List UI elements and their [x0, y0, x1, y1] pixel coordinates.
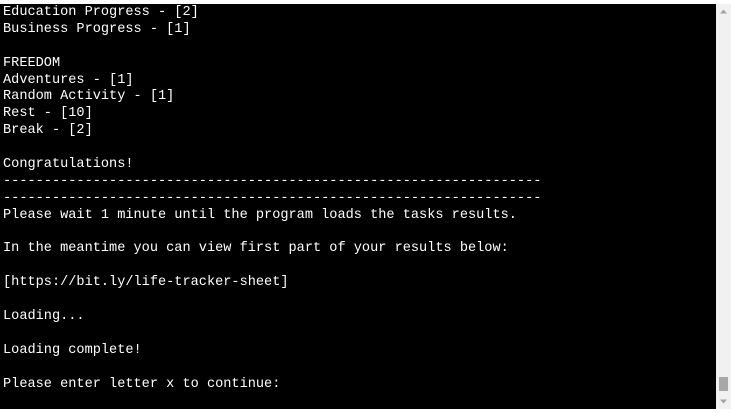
terminal-line: Congratulations! — [3, 157, 134, 173]
terminal-line: Education Progress - [2] — [3, 5, 199, 20]
chevron-down-icon — [720, 399, 727, 404]
scroll-up-button[interactable] — [716, 4, 731, 19]
scroll-down-button[interactable] — [716, 394, 731, 409]
terminal-line: Break - [2] — [3, 123, 93, 139]
chevron-up-icon — [720, 9, 727, 14]
scrollbar-thumb[interactable] — [719, 377, 728, 391]
terminal-line: In the meantime you can view first part … — [3, 241, 509, 257]
terminal-line: Business Progress - [1] — [3, 21, 191, 37]
terminal-line: Adventures - [1] — [3, 72, 134, 88]
terminal-line: Loading... — [3, 309, 85, 325]
terminal-line: Please wait 1 minute until the program l… — [3, 207, 517, 223]
vertical-scrollbar[interactable] — [716, 4, 731, 409]
terminal-line: Random Activity - [1] — [3, 89, 175, 105]
terminal-line: ----------------------------------------… — [3, 173, 542, 189]
terminal-line: FREEDOM — [3, 55, 61, 71]
terminal-line: Loading complete! — [3, 342, 142, 358]
terminal-output: Education Progress - [2] Business Progre… — [3, 5, 541, 393]
terminal-prompt[interactable]: Please enter letter x to continue: — [3, 377, 541, 394]
terminal-window[interactable]: Education Progress - [2] Business Progre… — [0, 4, 716, 409]
terminal-line: [https://bit.ly/life-tracker-sheet] — [3, 275, 289, 291]
terminal-line: Rest - [10] — [3, 106, 93, 122]
terminal-line: ----------------------------------------… — [3, 190, 542, 206]
